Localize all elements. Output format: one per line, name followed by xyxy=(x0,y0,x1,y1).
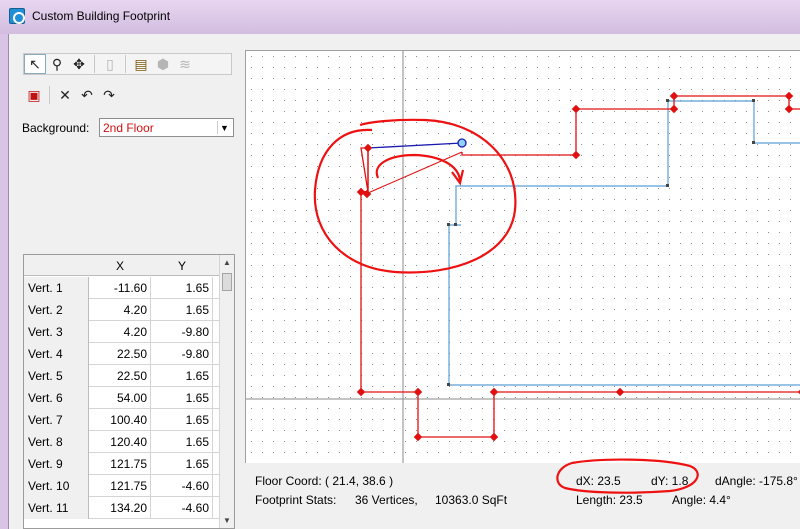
background-label: Background: xyxy=(22,121,90,135)
vertex-name-cell[interactable]: Vert. 7 xyxy=(24,409,89,431)
background-select[interactable]: 2nd Floor ▼ xyxy=(99,118,234,137)
vertex-name-cell[interactable]: Vert. 1 xyxy=(24,277,89,299)
footprint-drawing[interactable] xyxy=(246,51,800,463)
window-title: Custom Building Footprint xyxy=(32,9,171,23)
vertex-name-cell[interactable]: Vert. 3 xyxy=(24,321,89,343)
background-select-value: 2nd Floor xyxy=(103,121,154,135)
toolbar-separator xyxy=(49,86,50,104)
table-row[interactable]: Vert. 10 121.75 -4.60 xyxy=(24,475,221,497)
dimension-icon[interactable]: ▯ xyxy=(99,54,121,74)
vertex-name-cell[interactable]: Vert. 8 xyxy=(24,431,89,453)
vertex-y-cell[interactable]: -4.60 xyxy=(151,497,213,519)
vertex-y-cell[interactable]: 1.65 xyxy=(151,409,213,431)
vertex-x-cell[interactable]: -11.60 xyxy=(89,277,151,299)
vertex-y-cell[interactable]: -4.60 xyxy=(151,475,213,497)
column-header-x[interactable]: X xyxy=(89,259,151,273)
column-header-y[interactable]: Y xyxy=(151,259,213,273)
window-client: ↖ ⚲ ✥ ▯ ▤ ⬢ ≋ ▣ ✕ ↶ ↷ Background: 2nd Fl… xyxy=(8,34,800,529)
vertex-name-cell[interactable]: Vert. 10 xyxy=(24,475,89,497)
vertex-name-cell[interactable]: Vert. 2 xyxy=(24,299,89,321)
vertex-y-cell[interactable]: 1.65 xyxy=(151,299,213,321)
vertex-name-cell[interactable]: Vert. 6 xyxy=(24,387,89,409)
table-row[interactable]: Vert. 7 100.40 1.65 xyxy=(24,409,221,431)
vertex-y-cell[interactable]: 1.65 xyxy=(151,277,213,299)
table-row[interactable]: Vert. 3 4.20 -9.80 xyxy=(24,321,221,343)
pan-icon[interactable]: ✥ xyxy=(68,54,90,74)
footprint-area: 10363.0 SqFt xyxy=(435,493,508,507)
vertex-name-cell[interactable]: Vert. 5 xyxy=(24,365,89,387)
zoom-icon[interactable]: ⚲ xyxy=(46,54,68,74)
table-row[interactable]: Vert. 6 54.00 1.65 xyxy=(24,387,221,409)
vertex-name-cell[interactable]: Vert. 11 xyxy=(24,497,89,519)
delete-icon[interactable]: ✕ xyxy=(54,85,76,105)
scroll-down-icon[interactable]: ▼ xyxy=(220,513,234,528)
delta-y: dY: 1.8 xyxy=(651,474,689,488)
vertex-x-cell[interactable]: 4.20 xyxy=(89,299,151,321)
table-row[interactable]: Vert. 5 22.50 1.65 xyxy=(24,365,221,387)
status-bar: Floor Coord: ( 21.4, 38.6 ) Footprint St… xyxy=(245,463,800,529)
edge-angle: Angle: 4.4° xyxy=(672,493,731,507)
delta-angle: dAngle: -175.8° xyxy=(715,474,798,488)
scroll-up-icon[interactable]: ▲ xyxy=(220,255,234,270)
vertex-table-body: Vert. 1 -11.60 1.65 Vert. 2 4.20 1.65 Vert. 34… xyxy=(24,277,221,519)
vertex-name-cell[interactable]: Vert. 4 xyxy=(24,343,89,365)
vertex-name-cell[interactable]: Vert. 9 xyxy=(24,453,89,475)
vertex-x-cell[interactable]: 22.50 xyxy=(89,343,151,365)
window-icon[interactable]: ▣ xyxy=(23,85,45,105)
toolbar-separator xyxy=(125,55,126,73)
redo-icon[interactable]: ↷ xyxy=(98,85,120,105)
scroll-thumb[interactable] xyxy=(222,273,232,291)
table-row[interactable]: Vert. 8 120.40 1.65 xyxy=(24,431,221,453)
footprint-stats-label: Footprint Stats: xyxy=(255,493,337,507)
table-row[interactable]: Vert. 1 -11.60 1.65 xyxy=(24,277,221,299)
toolbar-row-1: ↖ ⚲ ✥ ▯ ▤ ⬢ ≋ xyxy=(23,53,232,75)
vertex-x-cell[interactable]: 54.00 xyxy=(89,387,151,409)
vertex-x-cell[interactable]: 134.20 xyxy=(89,497,151,519)
table-scrollbar[interactable]: ▲ ▼ xyxy=(219,255,234,528)
vertex-table-header: X Y xyxy=(24,255,221,276)
vertex-y-cell[interactable]: 1.65 xyxy=(151,365,213,387)
vertex-y-cell[interactable]: 1.65 xyxy=(151,453,213,475)
chevron-down-icon[interactable]: ▼ xyxy=(217,121,231,134)
title-bar: Custom Building Footprint xyxy=(0,0,800,34)
table-row[interactable]: Vert. 4 22.50 -9.80 xyxy=(24,343,221,365)
footprint-canvas[interactable] xyxy=(245,50,800,463)
vertex-count: 36 Vertices, xyxy=(355,493,418,507)
grid-background xyxy=(246,51,800,463)
vertex-y-cell[interactable]: -9.80 xyxy=(151,343,213,365)
select-arrow-icon[interactable]: ↖ xyxy=(24,54,46,74)
vertex-table: X Y Vert. 1 -11.60 1.65 Vert. 2 4.20 1.65 Vert… xyxy=(23,254,235,529)
edge-length: Length: 23.5 xyxy=(576,493,643,507)
toolbar-row-2: ▣ ✕ ↶ ↷ xyxy=(23,84,120,106)
vertex-y-cell[interactable]: 1.65 xyxy=(151,431,213,453)
vertex-x-cell[interactable]: 100.40 xyxy=(89,409,151,431)
undo-icon[interactable]: ↶ xyxy=(76,85,98,105)
vertex-x-cell[interactable]: 4.20 xyxy=(89,321,151,343)
vertex-x-cell[interactable]: 22.50 xyxy=(89,365,151,387)
layers-icon[interactable]: ≋ xyxy=(174,54,196,74)
toolbar-separator xyxy=(94,55,95,73)
floor-coord: Floor Coord: ( 21.4, 38.6 ) xyxy=(255,474,394,488)
delta-x: dX: 23.5 xyxy=(576,474,621,488)
open-folder-icon[interactable]: ▤ xyxy=(130,54,152,74)
vertex-x-cell[interactable]: 120.40 xyxy=(89,431,151,453)
polygon-icon[interactable]: ⬢ xyxy=(152,54,174,74)
active-vertex-handle[interactable] xyxy=(457,138,467,148)
vertex-y-cell[interactable]: -9.80 xyxy=(151,321,213,343)
table-row[interactable]: Vert. 11 134.20 -4.60 xyxy=(24,497,221,519)
vertex-x-cell[interactable]: 121.75 xyxy=(89,475,151,497)
left-panel: ↖ ⚲ ✥ ▯ ▤ ⬢ ≋ ▣ ✕ ↶ ↷ Background: 2nd Fl… xyxy=(9,34,241,529)
table-row[interactable]: Vert. 2 4.20 1.65 xyxy=(24,299,221,321)
table-row[interactable]: Vert. 9 121.75 1.65 xyxy=(24,453,221,475)
vertex-x-cell[interactable]: 121.75 xyxy=(89,453,151,475)
app-icon xyxy=(9,8,25,24)
vertex-y-cell[interactable]: 1.65 xyxy=(151,387,213,409)
